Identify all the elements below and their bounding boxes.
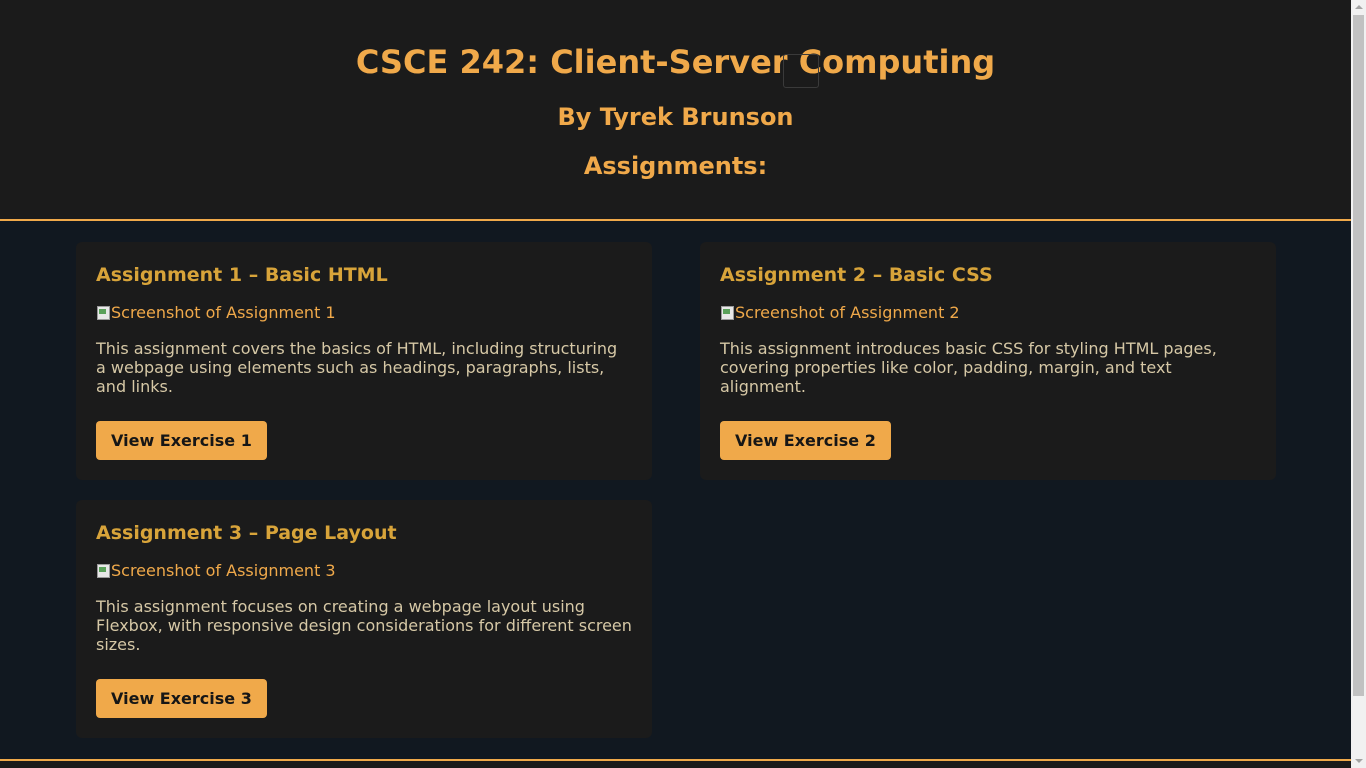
image-alt-text: Screenshot of Assignment 2: [735, 303, 960, 322]
assignment-card-2: Assignment 2 – Basic CSS Screenshot of A…: [700, 242, 1276, 480]
image-alt-text: Screenshot of Assignment 1: [111, 303, 336, 322]
assignment-screenshot-image: Screenshot of Assignment 2: [720, 303, 960, 323]
site-header: CSCE 242: Client-Server Computing By Tyr…: [0, 0, 1351, 221]
assignment-screenshot-image: Screenshot of Assignment 3: [96, 561, 336, 581]
vertical-scrollbar[interactable]: [1351, 0, 1366, 768]
faint-header-overlay: [783, 54, 819, 88]
assignment-card-3: Assignment 3 – Page Layout Screenshot of…: [76, 500, 652, 738]
image-alt-text: Screenshot of Assignment 3: [111, 561, 336, 580]
assignment-description: This assignment introduces basic CSS for…: [720, 339, 1217, 396]
page-title: CSCE 242: Client-Server Computing: [355, 43, 996, 81]
view-exercise-3-button[interactable]: View Exercise 3: [96, 679, 267, 718]
assignment-title: Assignment 3 – Page Layout: [96, 522, 397, 544]
assignment-title: Assignment 2 – Basic CSS: [720, 264, 993, 286]
assignments-heading: Assignments:: [583, 152, 768, 180]
assignment-screenshot-image: Screenshot of Assignment 1: [96, 303, 336, 323]
broken-image-icon: [96, 563, 110, 578]
broken-image-icon: [96, 305, 110, 320]
author-heading: By Tyrek Brunson: [557, 103, 794, 131]
view-exercise-2-button[interactable]: View Exercise 2: [720, 421, 891, 460]
scroll-down-arrow-icon[interactable]: [1355, 759, 1363, 763]
scrollbar-thumb[interactable]: [1353, 15, 1364, 696]
footer: [0, 761, 1351, 768]
assignment-description: This assignment covers the basics of HTM…: [96, 339, 618, 396]
assignment-title: Assignment 1 – Basic HTML: [96, 264, 388, 286]
assignment-card-1: Assignment 1 – Basic HTML Screenshot of …: [76, 242, 652, 480]
scroll-up-arrow-icon[interactable]: [1355, 5, 1363, 9]
view-exercise-1-button[interactable]: View Exercise 1: [96, 421, 267, 460]
assignment-description: This assignment focuses on creating a we…: [96, 597, 632, 654]
page: CSCE 242: Client-Server Computing By Tyr…: [0, 0, 1351, 768]
broken-image-icon: [720, 305, 734, 320]
